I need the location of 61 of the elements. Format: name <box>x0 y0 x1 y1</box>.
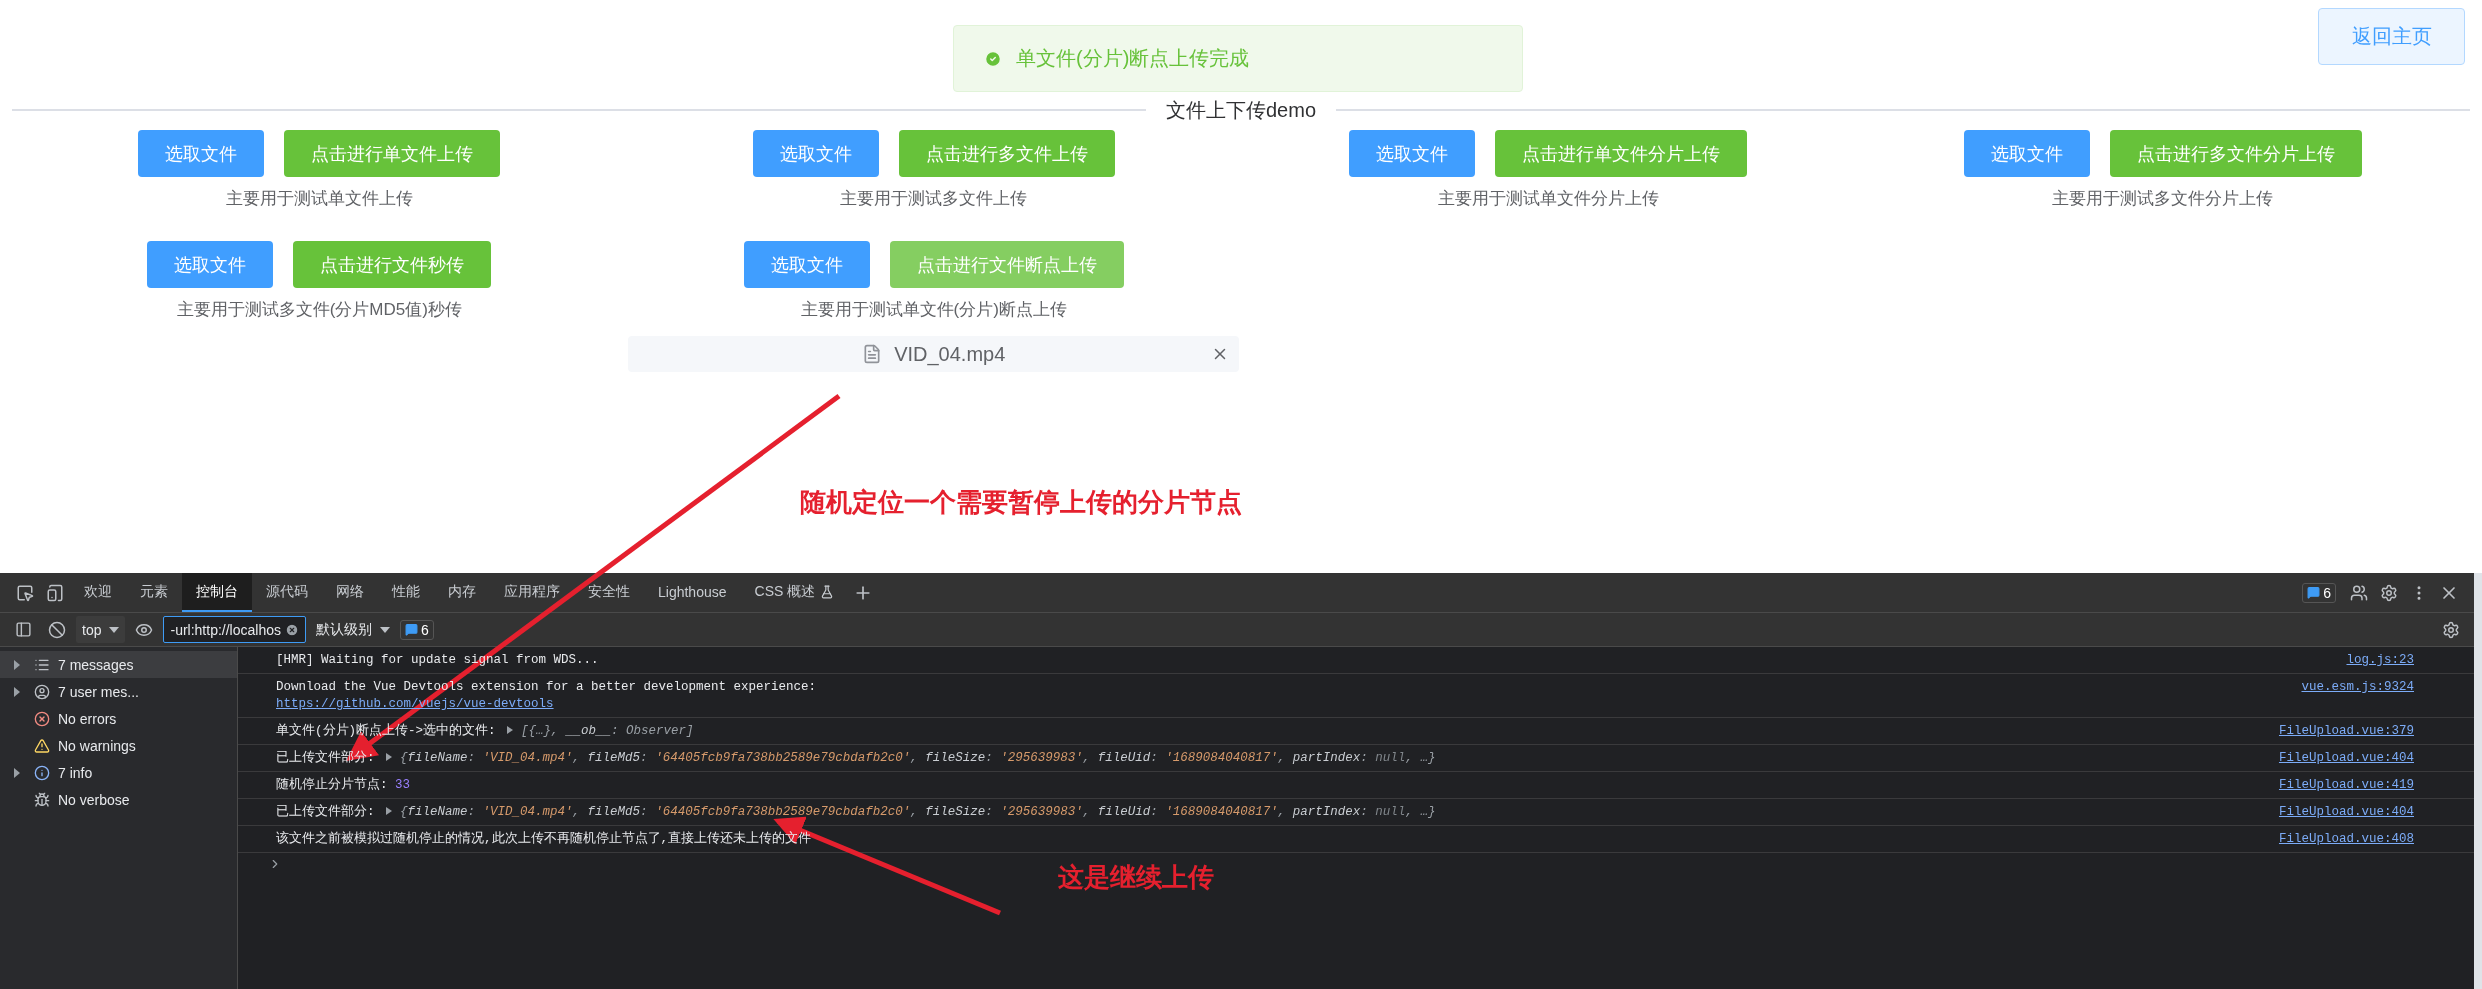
clear-filter-icon[interactable] <box>284 622 299 637</box>
button-caption: 主要用于测试单文件上传 <box>225 188 413 210</box>
annotation-text: 这是继续上传 <box>1058 861 1214 894</box>
console-message: 已上传文件部分: <box>276 804 376 821</box>
number-value: 33 <box>395 777 411 794</box>
devtools-tab[interactable]: 性能 <box>378 573 434 612</box>
object-preview[interactable]: {fileName: 'VID_04.mp4', fileMd5: '64405fcb9fa738bb2589e79cbdafb2c0', fileSize: '295639983', fileUid: '1689084040817', partIndex: null, …} <box>382 750 1436 767</box>
document-icon <box>862 344 883 364</box>
source-link[interactable]: FileUpload.vue:419 <box>2278 777 2414 794</box>
sidebar-item[interactable]: No errors <box>0 705 237 732</box>
source-link[interactable]: FileUpload.vue:408 <box>2278 831 2414 848</box>
console-message: 随机停止分片节点: <box>276 777 389 794</box>
sidebar-item[interactable]: No verbose <box>0 786 237 813</box>
source-link[interactable]: vue.esm.js:9324 <box>2301 679 2414 696</box>
devtools-tab[interactable]: 欢迎 <box>70 573 126 612</box>
devtools-tab[interactable]: 网络 <box>322 573 378 612</box>
context-dropdown[interactable]: top <box>76 616 126 643</box>
sidebar-item[interactable]: 7 user mes... <box>0 678 237 705</box>
warning-icon <box>34 737 50 754</box>
devtools-tab[interactable]: 内存 <box>434 573 490 612</box>
annotation-text: 随机定位一个需要暂停上传的分片节点 <box>800 486 1242 519</box>
object-preview[interactable]: {fileName: 'VID_04.mp4', fileMd5: '64405fcb9fa738bb2589e79cbdafb2c0', fileSize: '295639983', fileUid: '1689084040817', partIndex: null, …} <box>382 804 1436 821</box>
sidebar-item[interactable]: 7 messages <box>0 651 237 678</box>
file-list-item[interactable]: VID_04.mp4 <box>628 336 1240 372</box>
error-icon <box>34 710 50 727</box>
issues-count: 6 <box>2323 584 2331 601</box>
devtools-tab[interactable]: Lighthouse <box>644 573 741 612</box>
devtools-tab[interactable]: 安全性 <box>574 573 644 612</box>
filter-field[interactable]: -url:http://localhos <box>163 616 306 643</box>
issues-badge[interactable]: 6 <box>2302 582 2336 603</box>
console-message: 单文件(分片)断点上传->选中的文件: <box>276 723 497 740</box>
devtools-tab[interactable]: 元素 <box>126 573 182 612</box>
button-caption: 主要用于测试单文件(分片)断点上传 <box>800 299 1067 321</box>
devtools-tab[interactable]: CSS 概述 <box>740 573 849 612</box>
message-icon <box>2307 586 2321 599</box>
source-link[interactable]: FileUpload.vue:379 <box>2278 723 2414 740</box>
issues-badge[interactable]: 6 <box>399 619 434 640</box>
user-icon <box>34 683 50 700</box>
sidebar-item[interactable]: 7 info <box>0 759 237 786</box>
devtools-tab[interactable]: 应用程序 <box>490 573 574 612</box>
object-preview[interactable]: [{…}, __ob__: Observer] <box>503 723 694 740</box>
flask-icon <box>820 584 835 599</box>
bug-icon <box>34 791 50 808</box>
button-caption: 主要用于测试多文件分片上传 <box>2052 188 2274 210</box>
file-name: VID_04.mp4 <box>894 342 1006 366</box>
devtools-tab[interactable]: 源代码 <box>252 573 322 612</box>
sidebar-item[interactable]: No warnings <box>0 732 237 759</box>
button-caption: 主要用于测试多文件上传 <box>840 188 1028 210</box>
button-caption: 主要用于测试多文件(分片MD5值)秒传 <box>176 299 462 321</box>
issues-count: 6 <box>420 621 429 638</box>
message-icon <box>404 623 418 636</box>
info-icon <box>34 764 50 781</box>
section-title: 文件上下传demo <box>1165 97 1317 123</box>
button-caption: 主要用于测试单文件分片上传 <box>1437 188 1659 210</box>
toast-message: 单文件(分片)断点上传完成 <box>1016 46 1250 71</box>
level-dropdown[interactable]: 默认级别 <box>309 616 396 643</box>
check-icon <box>984 49 1002 68</box>
source-link[interactable]: FileUpload.vue:404 <box>2278 750 2414 767</box>
devtools-tab[interactable]: 控制台 <box>182 573 252 612</box>
source-link[interactable]: log.js:23 <box>2346 652 2414 669</box>
source-link[interactable]: FileUpload.vue:404 <box>2278 804 2414 821</box>
